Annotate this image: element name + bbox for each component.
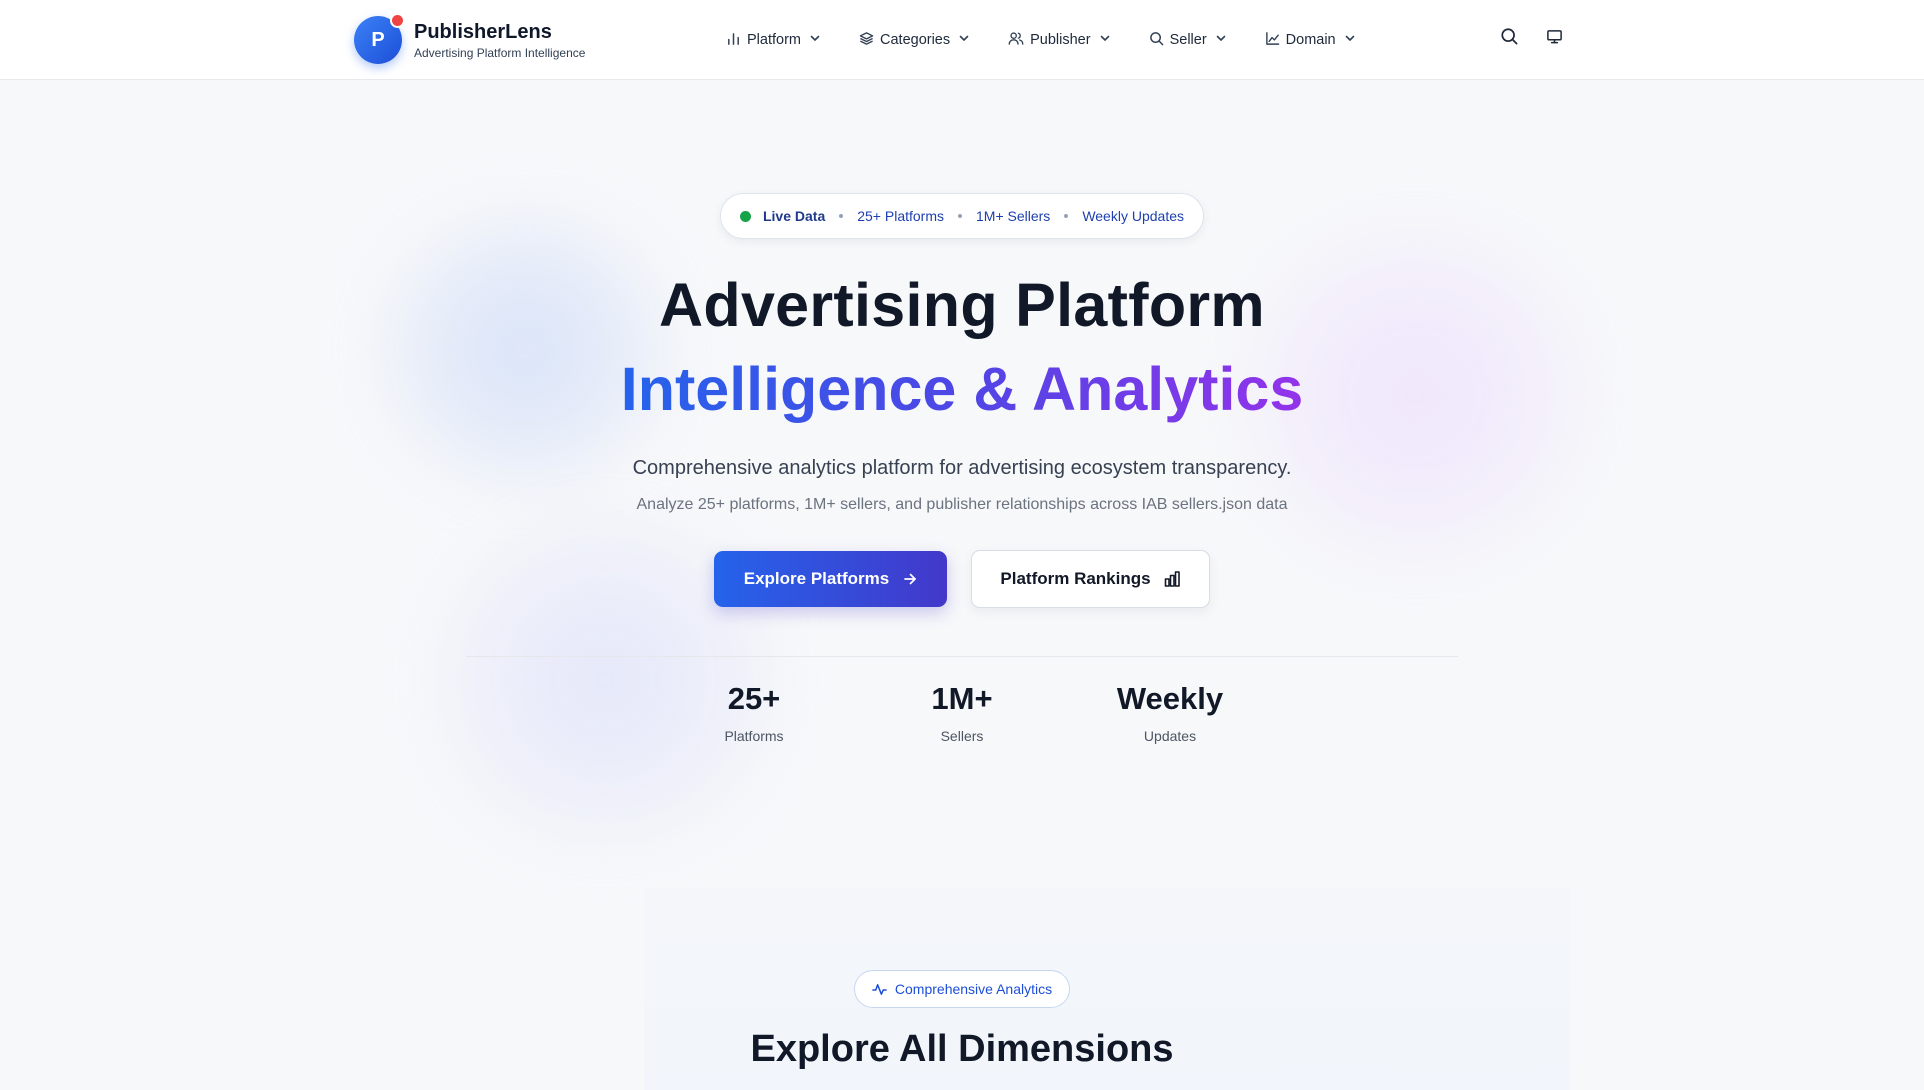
stat-updates: Weekly Updates <box>1090 680 1250 744</box>
stat-label: Updates <box>1143 728 1197 744</box>
nav-label: Publisher <box>1030 32 1091 48</box>
platform-rankings-button[interactable]: Platform Rankings <box>971 550 1210 608</box>
logo-mark: P <box>354 13 405 64</box>
notification-dot <box>390 13 405 28</box>
separator-dot <box>958 214 962 218</box>
main-nav: Platform Categories Publisher Seller Dom… <box>726 0 1394 80</box>
hero-subdescription: Analyze 25+ platforms, 1M+ sellers, and … <box>636 496 1288 513</box>
hero-description: Comprehensive analytics platform for adv… <box>632 457 1292 479</box>
chevron-down-icon <box>809 32 821 48</box>
live-data-badge: Live Data 25+ Platforms 1M+ Sellers Week… <box>720 193 1204 239</box>
activity-icon <box>872 982 887 997</box>
live-data-label: Live Data <box>762 208 826 224</box>
hero-divider <box>466 656 1458 657</box>
monitor-icon <box>1546 28 1563 50</box>
button-label: Explore Platforms <box>743 569 890 588</box>
chevron-down-icon <box>1215 32 1227 48</box>
explore-platforms-button[interactable]: Explore Platforms <box>714 551 947 607</box>
nav-label: Domain <box>1285 32 1336 48</box>
badge-item: Weekly Updates <box>1082 208 1184 224</box>
comprehensive-analytics-badge: Comprehensive Analytics <box>854 970 1070 1008</box>
stat-label: Platforms <box>724 728 784 744</box>
nav-item-categories[interactable]: Categories <box>859 31 970 50</box>
logo-letter: P <box>371 28 385 51</box>
chevron-down-icon <box>1344 32 1356 48</box>
stat-label: Sellers <box>940 728 984 744</box>
separator-dot <box>1064 214 1069 218</box>
line-chart-icon <box>1265 31 1280 50</box>
nav-label: Seller <box>1169 32 1207 48</box>
badge-label: Comprehensive Analytics <box>894 981 1053 997</box>
search-button[interactable] <box>1498 28 1520 50</box>
stat-platforms: 25+ Platforms <box>674 680 834 744</box>
hero-title-line2: Intelligence & Analytics <box>620 355 1304 423</box>
nav-item-publisher[interactable]: Publisher <box>1008 31 1110 50</box>
background-blob-blue <box>380 215 670 485</box>
button-label: Platform Rankings <box>1000 569 1151 588</box>
search-icon <box>1149 31 1164 50</box>
app-subtitle: Advertising Platform Intelligence <box>414 46 586 60</box>
top-navigation-bar: P PublisherLens Advertising Platform Int… <box>0 0 1924 80</box>
hero-title-line2-wrapper: Intelligence & Analytics <box>0 354 1924 424</box>
stat-value: 1M+ <box>931 681 993 716</box>
nav-item-platform[interactable]: Platform <box>726 31 821 50</box>
arrow-right-icon <box>903 572 917 586</box>
nav-label: Categories <box>880 32 951 48</box>
chevron-down-icon <box>958 32 970 48</box>
stat-sellers: 1M+ Sellers <box>882 680 1042 744</box>
layers-icon <box>859 31 874 50</box>
brand-logo[interactable]: P PublisherLens Advertising Platform Int… <box>354 13 586 64</box>
hero-title-line1: Advertising Platform <box>659 271 1265 339</box>
users-icon <box>1008 31 1024 50</box>
app-name: PublisherLens <box>414 21 552 43</box>
nav-item-seller[interactable]: Seller <box>1149 31 1227 50</box>
nav-label: Platform <box>747 32 801 48</box>
display-settings-button[interactable] <box>1543 28 1565 50</box>
live-status-dot <box>739 210 751 222</box>
nav-item-domain[interactable]: Domain <box>1265 31 1356 50</box>
badge-item: 1M+ Sellers <box>976 208 1051 224</box>
section-heading: Explore All Dimensions <box>750 1028 1174 1070</box>
badge-item: 25+ Platforms <box>857 208 944 224</box>
stat-value: 25+ <box>727 681 781 716</box>
chevron-down-icon <box>1099 32 1111 48</box>
stat-value: Weekly <box>1116 681 1224 716</box>
bar-chart-icon <box>1163 570 1181 588</box>
separator-dot <box>839 214 844 218</box>
search-icon <box>1500 27 1519 51</box>
bar-chart-icon <box>726 31 741 50</box>
